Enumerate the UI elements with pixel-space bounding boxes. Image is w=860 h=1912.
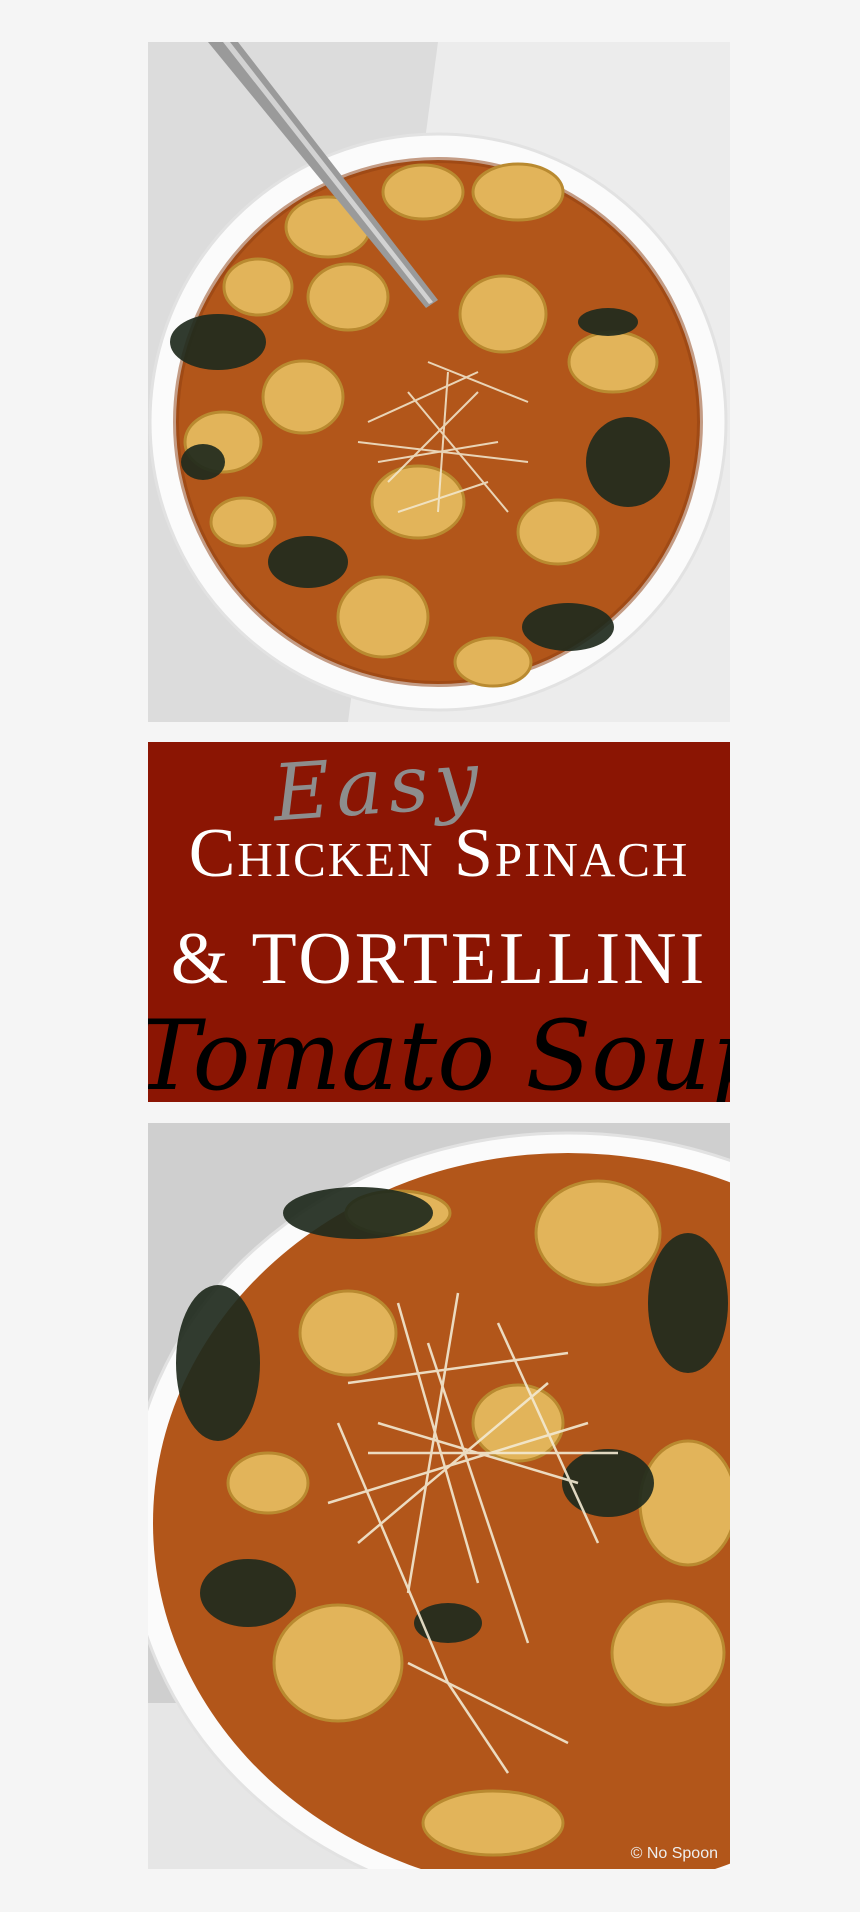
title-line-2: & TORTELLINI: [170, 918, 708, 1000]
title-line-3: Tomato Soup: [148, 1000, 730, 1102]
top-soup-photo: [148, 42, 730, 722]
recipe-title-banner: Easy Chicken Spinach & TORTELLINI Tomato…: [148, 742, 730, 1102]
title-line-1: Chicken Spinach: [188, 815, 690, 892]
bottom-soup-photo: © No Spoon: [148, 1123, 730, 1869]
photo-watermark: © No Spoon: [630, 1845, 718, 1862]
